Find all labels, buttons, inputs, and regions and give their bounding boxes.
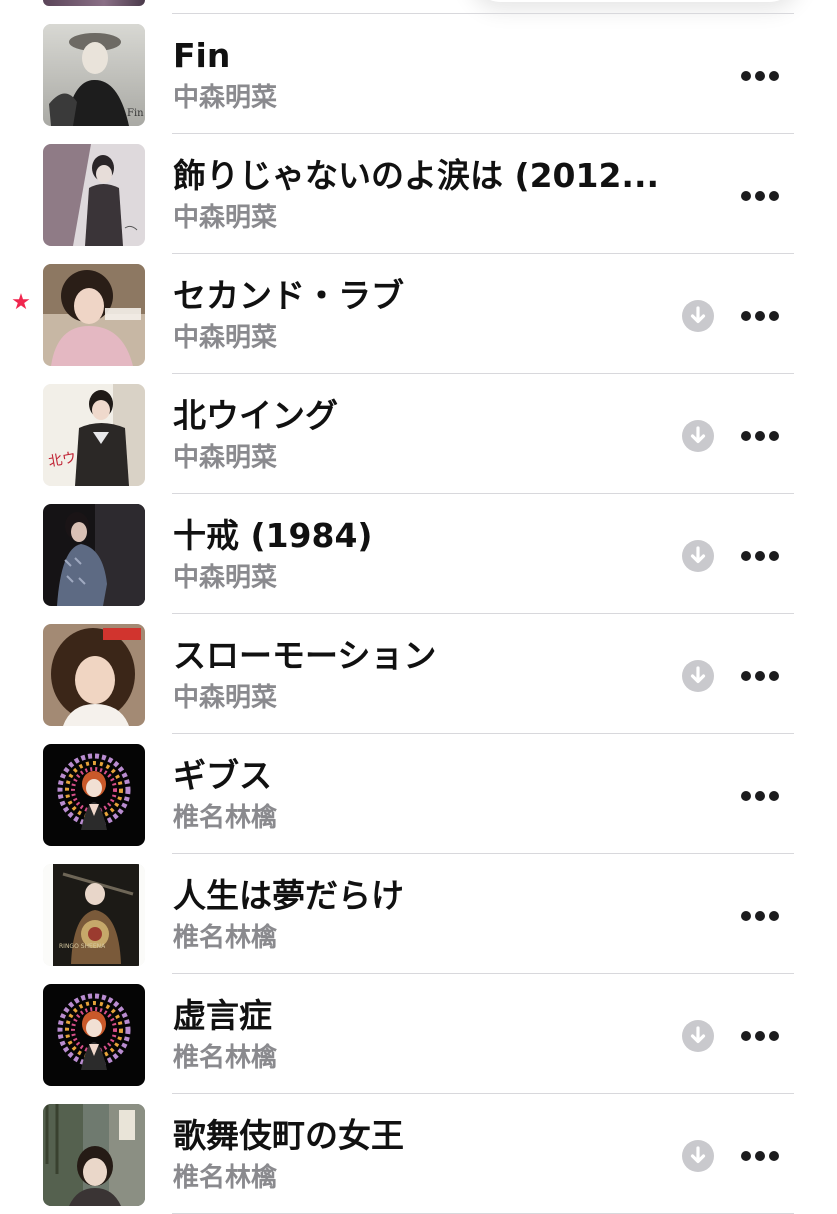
more-dot-icon bbox=[755, 911, 765, 921]
more-dot-icon bbox=[769, 1031, 779, 1041]
track-artist: 中森明菜 bbox=[173, 683, 278, 713]
more-dot-icon bbox=[755, 1151, 765, 1161]
favorite-star-icon: ★ bbox=[11, 290, 31, 315]
svg-text:Fin: Fin bbox=[127, 108, 144, 119]
more-dot-icon bbox=[741, 791, 751, 801]
track-title: 歌舞伎町の女王 bbox=[173, 1116, 404, 1155]
artwork-kita-wing: 北ウ bbox=[43, 384, 145, 486]
download-icon[interactable] bbox=[682, 300, 714, 332]
more-dot-icon bbox=[769, 71, 779, 81]
more-dot-icon bbox=[741, 1151, 751, 1161]
more-options-button[interactable] bbox=[738, 662, 782, 690]
more-dot-icon bbox=[755, 1031, 765, 1041]
more-dot-icon bbox=[741, 431, 751, 441]
more-dot-icon bbox=[741, 911, 751, 921]
more-options-button[interactable] bbox=[738, 1022, 782, 1050]
track-title: 北ウイング bbox=[173, 396, 338, 435]
more-dot-icon bbox=[741, 551, 751, 561]
more-options-button[interactable] bbox=[738, 542, 782, 570]
track-row[interactable]: 十戒 (1984) 中森明菜 bbox=[0, 494, 837, 614]
more-options-button[interactable] bbox=[738, 902, 782, 930]
more-dot-icon bbox=[755, 191, 765, 201]
download-icon[interactable] bbox=[682, 660, 714, 692]
more-dot-icon bbox=[769, 551, 779, 561]
track-row[interactable]: ギブス 椎名林檎 bbox=[0, 734, 837, 854]
track-title: スローモーション bbox=[173, 636, 437, 675]
more-dot-icon bbox=[755, 671, 765, 681]
more-dot-icon bbox=[769, 311, 779, 321]
track-artist: 椎名林檎 bbox=[173, 1043, 278, 1073]
more-dot-icon bbox=[769, 1151, 779, 1161]
track-row[interactable]: 北ウ 北ウイング 中森明菜 bbox=[0, 374, 837, 494]
more-options-button[interactable] bbox=[738, 302, 782, 330]
track-row[interactable]: Fin Fin 中森明菜 bbox=[0, 14, 837, 134]
track-row[interactable]: スローモーション 中森明菜 bbox=[0, 614, 837, 734]
more-options-button[interactable] bbox=[738, 62, 782, 90]
more-dot-icon bbox=[755, 71, 765, 81]
more-dot-icon bbox=[741, 71, 751, 81]
more-dot-icon bbox=[755, 791, 765, 801]
artwork-jukkai bbox=[43, 504, 145, 606]
artwork-shinagawa bbox=[43, 744, 145, 846]
track-title: 十戒 (1984) bbox=[173, 516, 373, 555]
more-dot-icon bbox=[741, 191, 751, 201]
download-icon[interactable] bbox=[682, 540, 714, 572]
track-row[interactable]: 歌舞伎町の女王 椎名林檎 bbox=[0, 1094, 837, 1214]
track-artist: 中森明菜 bbox=[173, 83, 278, 113]
download-icon[interactable] bbox=[682, 1020, 714, 1052]
track-artist: 中森明菜 bbox=[173, 443, 278, 473]
artwork-muzai bbox=[43, 1104, 145, 1206]
more-dot-icon bbox=[741, 311, 751, 321]
artwork-fin: Fin bbox=[43, 24, 145, 126]
artwork-shinagawa bbox=[43, 984, 145, 1086]
artwork-newyork: RINGO SHEENA bbox=[43, 864, 145, 966]
more-dot-icon bbox=[769, 191, 779, 201]
previous-track-artwork bbox=[43, 0, 145, 6]
more-options-button[interactable] bbox=[738, 182, 782, 210]
svg-text:RINGO SHEENA: RINGO SHEENA bbox=[59, 943, 106, 950]
more-dot-icon bbox=[741, 1031, 751, 1041]
more-dot-icon bbox=[769, 431, 779, 441]
track-title: Fin bbox=[173, 36, 231, 75]
track-row[interactable]: 虚言症 椎名林檎 bbox=[0, 974, 837, 1094]
more-dot-icon bbox=[755, 311, 765, 321]
track-artist: 椎名林檎 bbox=[173, 803, 278, 833]
track-row[interactable]: RINGO SHEENA 人生は夢だらけ 椎名林檎 bbox=[0, 854, 837, 974]
track-artist: 中森明菜 bbox=[173, 203, 278, 233]
track-artist: 椎名林檎 bbox=[173, 923, 278, 953]
artwork-second-love bbox=[43, 264, 145, 366]
track-artist: 椎名林檎 bbox=[173, 1163, 278, 1193]
track-title: 人生は夢だらけ bbox=[173, 876, 404, 915]
more-dot-icon bbox=[741, 671, 751, 681]
artwork-prologue bbox=[43, 624, 145, 726]
more-options-button[interactable] bbox=[738, 1142, 782, 1170]
track-list: Fin Fin 中森明菜 飾りじゃないのよ涙は (2012... 中森明菜 ★ bbox=[0, 14, 837, 1214]
track-row[interactable]: 飾りじゃないのよ涙は (2012... 中森明菜 bbox=[0, 134, 837, 254]
track-title: セカンド・ラブ bbox=[173, 276, 404, 315]
track-title: 虚言症 bbox=[173, 996, 272, 1035]
download-icon[interactable] bbox=[682, 420, 714, 452]
track-artist: 中森明菜 bbox=[173, 563, 278, 593]
more-options-button[interactable] bbox=[738, 422, 782, 450]
more-dot-icon bbox=[755, 431, 765, 441]
more-dot-icon bbox=[769, 791, 779, 801]
more-dot-icon bbox=[769, 671, 779, 681]
download-icon[interactable] bbox=[682, 1140, 714, 1172]
artwork-kazari bbox=[43, 144, 145, 246]
track-artist: 中森明菜 bbox=[173, 323, 278, 353]
more-options-button[interactable] bbox=[738, 782, 782, 810]
floating-player-bar[interactable] bbox=[470, 0, 800, 2]
track-title: ギブス bbox=[173, 756, 272, 795]
more-dot-icon bbox=[769, 911, 779, 921]
track-title: 飾りじゃないのよ涙は (2012... bbox=[173, 156, 660, 195]
track-row[interactable]: ★ セカンド・ラブ 中森明菜 bbox=[0, 254, 837, 374]
more-dot-icon bbox=[755, 551, 765, 561]
